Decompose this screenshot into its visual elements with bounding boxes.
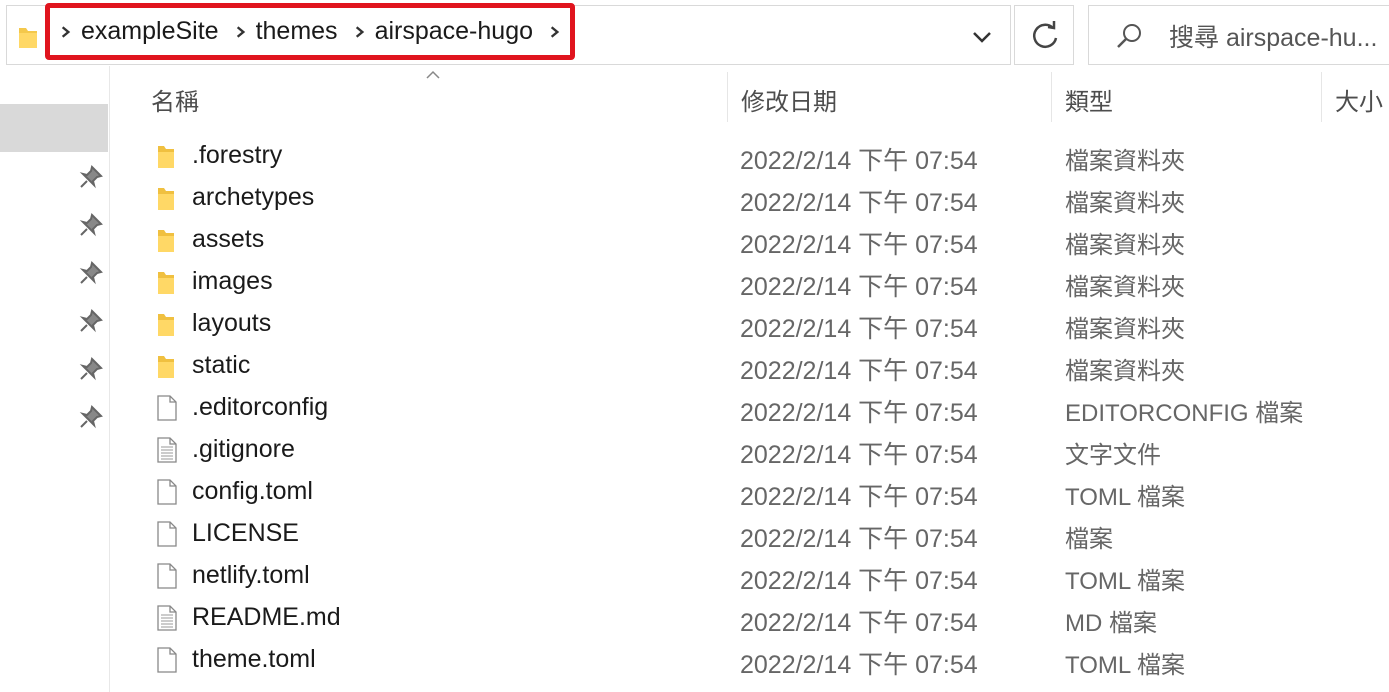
folder-icon — [158, 314, 174, 336]
navigation-pane — [0, 66, 110, 692]
table-row[interactable]: static 2022/2/14 下午 07:54 檔案資料夾 — [140, 345, 1389, 387]
folder-icon — [158, 188, 174, 210]
file-name: theme.toml — [192, 645, 316, 673]
folder-icon — [158, 356, 174, 378]
chevron-right-icon[interactable] — [231, 21, 250, 43]
file-name: LICENSE — [192, 519, 299, 547]
pin-icon[interactable] — [78, 404, 104, 430]
pin-icon[interactable] — [78, 212, 104, 238]
chevron-right-icon[interactable] — [545, 21, 564, 43]
search-icon — [1117, 24, 1141, 48]
file-name: config.toml — [192, 477, 313, 505]
file-type: 檔案資料夾 — [1065, 274, 1185, 301]
table-row[interactable]: .gitignore 2022/2/14 下午 07:54 文字文件 — [140, 429, 1389, 471]
file-modified-date: 2022/2/14 下午 07:54 — [740, 273, 978, 301]
chevron-down-icon[interactable] — [962, 22, 1002, 52]
file-name: netlify.toml — [192, 561, 310, 589]
sort-ascending-icon — [426, 70, 440, 79]
file-name: static — [192, 351, 251, 379]
breadcrumb-item-airspace-hugo[interactable]: airspace-hugo — [375, 17, 533, 46]
breadcrumb-item-themes[interactable]: themes — [256, 17, 338, 46]
breadcrumb: exampleSite themes airspace-hugo — [45, 3, 575, 60]
text-file-icon — [157, 437, 177, 463]
file-icon — [157, 395, 177, 421]
file-name: README.md — [192, 603, 341, 631]
file-type: TOML 檔案 — [1065, 652, 1186, 679]
file-modified-date: 2022/2/14 下午 07:54 — [740, 357, 978, 385]
file-modified-date: 2022/2/14 下午 07:54 — [740, 441, 978, 469]
table-row[interactable]: assets 2022/2/14 下午 07:54 檔案資料夾 — [140, 219, 1389, 261]
folder-icon — [158, 146, 174, 168]
file-type: 檔案資料夾 — [1065, 232, 1185, 259]
table-row[interactable]: archetypes 2022/2/14 下午 07:54 檔案資料夾 — [140, 177, 1389, 219]
chevron-right-icon[interactable] — [56, 21, 75, 43]
folder-icon — [19, 28, 37, 48]
pin-icon[interactable] — [78, 260, 104, 286]
file-modified-date: 2022/2/14 下午 07:54 — [740, 483, 978, 511]
column-header-type[interactable]: 類型 — [1065, 82, 1113, 117]
table-row[interactable]: .editorconfig 2022/2/14 下午 07:54 EDITORC… — [140, 387, 1389, 429]
pin-icon[interactable] — [78, 308, 104, 334]
column-header-date[interactable]: 修改日期 — [741, 82, 837, 117]
file-type: TOML 檔案 — [1065, 484, 1186, 511]
table-row[interactable]: netlify.toml 2022/2/14 下午 07:54 TOML 檔案 — [140, 555, 1389, 597]
table-row[interactable]: README.md 2022/2/14 下午 07:54 MD 檔案 — [140, 597, 1389, 639]
pin-icon[interactable] — [78, 356, 104, 382]
column-header-size[interactable]: 大小 — [1335, 82, 1383, 117]
table-row[interactable]: layouts 2022/2/14 下午 07:54 檔案資料夾 — [140, 303, 1389, 345]
file-name: layouts — [192, 309, 272, 337]
folder-icon — [158, 230, 174, 252]
refresh-button[interactable] — [1014, 5, 1074, 65]
column-divider[interactable] — [727, 72, 728, 122]
file-name: .gitignore — [192, 435, 295, 463]
file-icon — [157, 563, 177, 589]
file-type: MD 檔案 — [1065, 610, 1157, 637]
refresh-icon — [1032, 21, 1058, 48]
file-modified-date: 2022/2/14 下午 07:54 — [740, 315, 978, 343]
file-name: .forestry — [192, 141, 283, 169]
file-type: EDITORCONFIG 檔案 — [1065, 400, 1304, 427]
file-modified-date: 2022/2/14 下午 07:54 — [740, 399, 978, 427]
folder-icon — [158, 272, 174, 294]
file-modified-date: 2022/2/14 下午 07:54 — [740, 147, 978, 175]
table-row[interactable]: LICENSE 2022/2/14 下午 07:54 檔案 — [140, 513, 1389, 555]
table-row[interactable]: .forestry 2022/2/14 下午 07:54 檔案資料夾 — [140, 135, 1389, 177]
file-modified-date: 2022/2/14 下午 07:54 — [740, 231, 978, 259]
pin-icon[interactable] — [78, 164, 104, 190]
file-type: 檔案 — [1065, 526, 1113, 553]
breadcrumb-item-examplesite[interactable]: exampleSite — [81, 17, 219, 46]
file-modified-date: 2022/2/14 下午 07:54 — [740, 567, 978, 595]
text-file-icon — [157, 605, 177, 631]
file-type: 檔案資料夾 — [1065, 148, 1185, 175]
table-row[interactable]: theme.toml 2022/2/14 下午 07:54 TOML 檔案 — [140, 639, 1389, 681]
column-header-name[interactable]: 名稱 — [151, 82, 199, 117]
file-type: 文字文件 — [1065, 442, 1161, 469]
search-input[interactable]: 搜尋 airspace-hu... — [1088, 5, 1389, 65]
file-name: archetypes — [192, 183, 315, 211]
file-name: images — [192, 267, 273, 295]
chevron-right-icon[interactable] — [350, 21, 369, 43]
table-row[interactable]: images 2022/2/14 下午 07:54 檔案資料夾 — [140, 261, 1389, 303]
file-icon — [157, 479, 177, 505]
file-modified-date: 2022/2/14 下午 07:54 — [740, 651, 978, 679]
file-modified-date: 2022/2/14 下午 07:54 — [740, 525, 978, 553]
nav-selected-item[interactable] — [0, 104, 108, 152]
search-placeholder: 搜尋 airspace-hu... — [1169, 24, 1378, 52]
file-name: .editorconfig — [192, 393, 329, 421]
file-modified-date: 2022/2/14 下午 07:54 — [740, 189, 978, 217]
column-divider[interactable] — [1321, 72, 1322, 122]
file-type: 檔案資料夾 — [1065, 358, 1185, 385]
address-bar[interactable]: exampleSite themes airspace-hugo — [6, 3, 1011, 65]
column-divider[interactable] — [1051, 72, 1052, 122]
table-row[interactable]: config.toml 2022/2/14 下午 07:54 TOML 檔案 — [140, 471, 1389, 513]
file-icon — [157, 521, 177, 547]
file-icon — [157, 647, 177, 673]
file-type: TOML 檔案 — [1065, 568, 1186, 595]
file-type: 檔案資料夾 — [1065, 190, 1185, 217]
file-modified-date: 2022/2/14 下午 07:54 — [740, 609, 978, 637]
file-type: 檔案資料夾 — [1065, 316, 1185, 343]
file-name: assets — [192, 225, 265, 253]
